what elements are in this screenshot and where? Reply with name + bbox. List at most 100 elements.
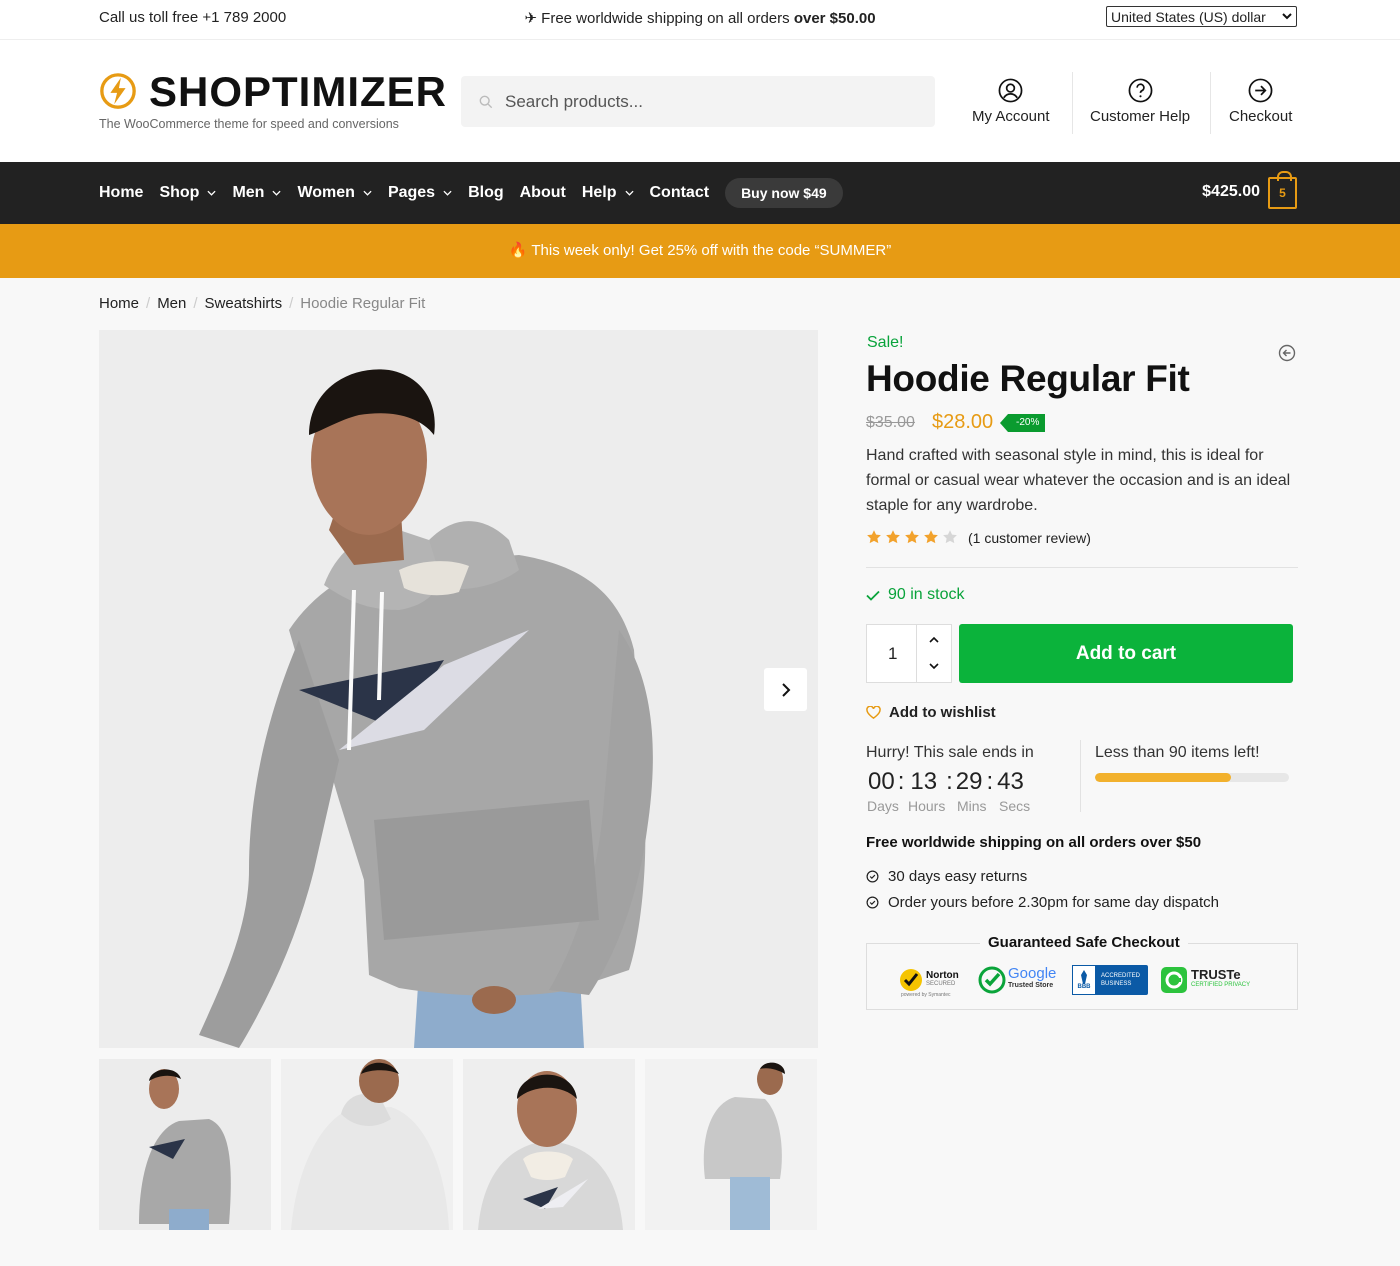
nav-item-home[interactable]: Home (99, 184, 143, 202)
countdown-timer: 00:13:29:43 (868, 768, 1024, 796)
wishlist-label: Add to wishlist (889, 704, 996, 721)
norton-text: Norton (926, 970, 959, 981)
norton-check-icon (900, 969, 922, 991)
feature-item: 30 days easy returns (866, 868, 1027, 885)
breadcrumb-home[interactable]: Home (99, 295, 139, 312)
truste-icon (1161, 967, 1187, 993)
bbb-badge: BBB ACCREDITED BUSINESS (1072, 965, 1148, 995)
nav-item-about[interactable]: About (520, 184, 566, 202)
nav-item-men[interactable]: Men (232, 184, 282, 202)
product-thumbnail[interactable] (99, 1059, 271, 1230)
nav-label: Men (232, 184, 265, 201)
nav-label: Home (99, 184, 144, 201)
nav-label: Contact (649, 184, 710, 201)
truste-badge: TRUSTe CERTIFIED PRIVACY (1160, 966, 1250, 994)
product-description: Hand crafted with seasonal style in mind… (866, 447, 1291, 514)
countdown-separator: : (897, 768, 905, 795)
nav-item-help[interactable]: Help (582, 184, 634, 202)
buy-now-button[interactable]: Buy now $49 (725, 178, 843, 208)
breadcrumb-current: Hoodie Regular Fit (300, 295, 426, 312)
add-to-cart-button[interactable]: Add to cart (959, 624, 1293, 683)
cart-bag-icon[interactable]: 5 (1268, 171, 1297, 209)
torch-icon (1081, 969, 1087, 984)
breadcrumb: Home / Men / Sweatshirts / Hoodie Regular F… (99, 295, 425, 312)
product-thumbnail[interactable] (281, 1059, 453, 1230)
main-navigation: Home Shop Men Women Pages Blog About Hel… (0, 162, 1400, 224)
help-icon (1128, 78, 1152, 103)
logo-tagline: The WooCommerce theme for speed and conv… (99, 117, 399, 131)
countdown-mins: 29 (955, 768, 983, 795)
star-rating (866, 529, 958, 545)
chevron-down-icon (624, 190, 634, 196)
my-account-link[interactable]: My Account (972, 78, 1050, 125)
breadcrumb-men[interactable]: Men (157, 295, 186, 312)
add-to-wishlist-link[interactable]: Add to wishlist (866, 704, 996, 721)
shipping-title: Free worldwide shipping on all orders ov… (866, 834, 1202, 851)
divider (1080, 740, 1081, 812)
chevron-down-icon[interactable] (929, 663, 939, 670)
user-icon (998, 78, 1023, 103)
feature-item: Order yours before 2.30pm for same day d… (866, 894, 1219, 911)
nav-item-women[interactable]: Women (297, 184, 372, 202)
breadcrumb-separator: / (146, 295, 151, 312)
stock-text: 90 in stock (888, 586, 965, 603)
countdown-hours: 13 (910, 768, 938, 795)
thumbnail-image (463, 1059, 635, 1230)
search-input[interactable]: Search products... (461, 76, 935, 127)
nav-label: About (519, 184, 566, 201)
countdown-label: Hurry! This sale ends in (866, 744, 1034, 761)
product-title: Hoodie Regular Fit (866, 358, 1190, 399)
chevron-up-icon[interactable] (929, 636, 939, 643)
norton-badge: Norton SECURED powered by Symantec (898, 962, 968, 998)
quantity-stepper[interactable]: 1 (866, 624, 952, 683)
feature-text: Order yours before 2.30pm for same day d… (888, 894, 1219, 911)
nav-label: Blog (468, 184, 504, 201)
thumbnail-image (645, 1059, 817, 1230)
scarcity-label: Less than 90 items left! (1095, 744, 1260, 761)
norton-sub: SECURED (926, 981, 956, 987)
google-sub: Trusted Store (1008, 982, 1054, 989)
previous-product-icon[interactable] (1278, 344, 1296, 362)
chevron-down-icon (363, 190, 372, 196)
nav-label: Women (297, 184, 355, 201)
breadcrumb-separator: / (193, 295, 198, 312)
thumbnail-image (99, 1059, 271, 1230)
my-account-label: My Account (972, 108, 1050, 125)
days-label: Days (867, 798, 899, 814)
bbb-logo: BBB (1072, 965, 1096, 995)
trust-title: Guaranteed Safe Checkout (980, 934, 1188, 951)
customer-help-link[interactable]: Customer Help (1090, 78, 1190, 125)
countdown-days: 00 (868, 768, 895, 795)
nav-item-pages[interactable]: Pages (388, 184, 452, 202)
search-placeholder: Search products... (505, 91, 643, 111)
sale-price: $28.00 (932, 411, 994, 433)
next-image-button[interactable] (764, 668, 807, 711)
thumbnail-image (281, 1059, 453, 1230)
countdown-separator: : (986, 768, 994, 795)
cart-total[interactable]: $425.00 (1202, 183, 1260, 201)
breadcrumb-sweatshirts[interactable]: Sweatshirts (205, 295, 283, 312)
bbb-logo-text: BBB (1077, 983, 1091, 990)
google-trusted-badge: Google Trusted Store (978, 966, 1064, 994)
nav-item-shop[interactable]: Shop (159, 184, 217, 202)
shipping-notice-text: ✈ Free worldwide shipping on all orders (524, 10, 794, 27)
product-main-image[interactable] (99, 330, 818, 1048)
currency-select[interactable]: United States (US) dollar (1106, 6, 1297, 27)
heart-icon (866, 706, 881, 719)
product-thumbnail[interactable] (645, 1059, 817, 1230)
nav-item-blog[interactable]: Blog (468, 184, 504, 202)
product-thumbnail[interactable] (463, 1059, 635, 1230)
bbb-line1: ACCREDITED (1101, 973, 1141, 979)
norton-powered: powered by Symantec (901, 992, 951, 998)
quantity-value[interactable]: 1 (888, 644, 897, 664)
chevron-down-icon (443, 190, 452, 196)
star-icon (943, 530, 957, 544)
lightning-bolt-icon (100, 73, 136, 109)
review-link[interactable]: (1 customer review) (968, 530, 1091, 546)
promo-banner: 🔥 This week only! Get 25% off with the c… (0, 224, 1400, 278)
chevron-down-icon (207, 190, 217, 196)
secs-label: Secs (999, 798, 1031, 814)
checkout-link[interactable]: Checkout (1229, 78, 1292, 125)
bbb-line2: BUSINESS (1101, 981, 1132, 987)
nav-item-contact[interactable]: Contact (650, 184, 710, 202)
